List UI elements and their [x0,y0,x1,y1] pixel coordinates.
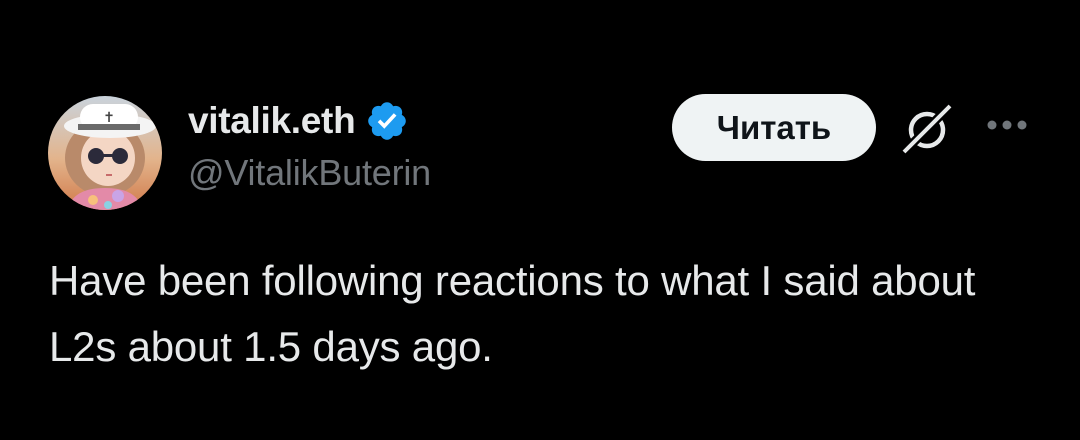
author-display-name[interactable]: vitalik.eth [188,100,356,142]
tweet-card: ✝ vitalik.eth @VitalikButerin Читать Hav… [0,0,1080,440]
avatar-image: ✝ [48,96,162,210]
more-options-icon[interactable] [986,118,1028,132]
tweet-text: Have been following reactions to what I … [49,257,976,370]
profile-avatar[interactable]: ✝ [48,96,162,210]
svg-text:✝: ✝ [103,110,115,126]
grok-icon[interactable] [898,102,956,156]
subscribe-button[interactable]: Читать [672,94,876,161]
verified-badge-icon[interactable] [365,99,409,143]
author-name-row: vitalik.eth [188,96,409,146]
author-handle[interactable]: @VitalikButerin [188,152,431,194]
